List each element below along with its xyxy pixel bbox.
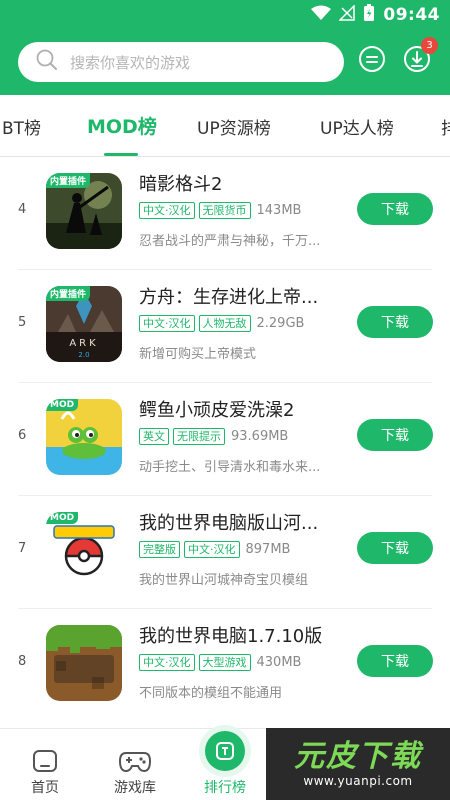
app-header: 09:44 搜索你喜欢的游戏 3 bbox=[0, 0, 450, 95]
rank-number: 6 bbox=[18, 428, 27, 443]
signal-icon bbox=[338, 4, 356, 25]
download-button[interactable]: 下载 bbox=[357, 419, 433, 451]
nav-ranking[interactable]: 排行榜 bbox=[190, 725, 260, 797]
search-icon bbox=[36, 49, 58, 75]
ranking-tabs: BT榜 MOD榜 UP资源榜 UP达人榜 排 bbox=[0, 95, 450, 157]
search-input[interactable]: 搜索你喜欢的游戏 bbox=[18, 42, 344, 82]
tag-chip: 中文·汉化 bbox=[139, 315, 195, 332]
app-icon-wheres-my-water: MOD bbox=[46, 399, 122, 475]
corner-tag: MOD bbox=[46, 399, 79, 411]
nav-label: 游戏库 bbox=[114, 780, 156, 796]
rank-number: 4 bbox=[18, 202, 27, 217]
app-name: 方舟：生存进化上帝... bbox=[139, 287, 319, 308]
battery-icon bbox=[363, 4, 375, 26]
watermark-title: 元皮下载 bbox=[294, 739, 422, 774]
svg-text:ARK: ARK bbox=[69, 338, 98, 349]
ranking-bubble bbox=[199, 725, 251, 777]
app-icon-pokemon-mod: MOD bbox=[46, 512, 122, 588]
ranking-icon bbox=[205, 731, 245, 771]
app-name: 鳄鱼小顽皮爱洗澡2 bbox=[139, 400, 295, 421]
list-item[interactable]: 4 内置插件 暗影格斗2 中文·汉化 无限货币 143MB 忍者战斗的严肃与神秘… bbox=[0, 157, 450, 270]
tag-chip: 英文 bbox=[139, 428, 169, 445]
rank-number: 5 bbox=[18, 315, 27, 330]
tag-chip: 无限提示 bbox=[173, 428, 225, 445]
tab-up-experts[interactable]: UP达人榜 bbox=[320, 114, 394, 139]
app-meta: 完整版 中文·汉化 897MB bbox=[139, 541, 290, 558]
tag-chip: 完整版 bbox=[139, 541, 180, 558]
app-meta: 英文 无限提示 93.69MB bbox=[139, 428, 288, 445]
tag-chip: 中文·汉化 bbox=[184, 541, 240, 558]
nav-game-library[interactable]: 游戏库 bbox=[100, 747, 170, 797]
rank-number: 8 bbox=[18, 654, 27, 669]
active-tab-indicator bbox=[104, 153, 138, 156]
app-meta: 中文·汉化 人物无敌 2.29GB bbox=[139, 315, 304, 332]
download-button[interactable]: 下载 bbox=[357, 645, 433, 677]
app-description: 动手挖土、引导清水和毒水来... bbox=[139, 460, 321, 475]
app-meta: 中文·汉化 无限货币 143MB bbox=[139, 202, 301, 219]
file-size: 430MB bbox=[256, 655, 302, 670]
svg-text:2.0: 2.0 bbox=[78, 351, 89, 359]
app-description: 忍者战斗的严肃与神秘，千万... bbox=[139, 234, 321, 249]
file-size: 143MB bbox=[256, 203, 302, 218]
download-button[interactable]: 下载 bbox=[357, 532, 433, 564]
home-icon bbox=[10, 747, 80, 775]
list-item[interactable]: 5 ARK 2.0 内置插件 方舟：生存进化上帝... 中文·汉化 人物无敌 2.… bbox=[0, 270, 450, 383]
app-icon-ark: ARK 2.0 内置插件 bbox=[46, 286, 122, 362]
corner-tag: 内置插件 bbox=[46, 286, 91, 301]
app-description: 新增可购买上帝模式 bbox=[139, 347, 257, 362]
download-button[interactable]: 下载 bbox=[357, 193, 433, 225]
download-button[interactable]: 下载 bbox=[357, 306, 433, 338]
watermark-url: www.yuanpi.com bbox=[303, 774, 413, 788]
tab-bt[interactable]: BT榜 bbox=[2, 114, 41, 139]
search-placeholder: 搜索你喜欢的游戏 bbox=[70, 53, 191, 72]
tag-chip: 大型游戏 bbox=[198, 654, 251, 671]
app-name: 暗影格斗2 bbox=[139, 174, 223, 195]
nav-label: 排行榜 bbox=[204, 780, 246, 796]
app-icon-shadow-fight: 内置插件 bbox=[46, 173, 122, 249]
app-meta: 中文·汉化 大型游戏 430MB bbox=[139, 654, 301, 671]
tag-chip: 中文·汉化 bbox=[139, 654, 195, 671]
watermark-logo: 元皮下载 www.yuanpi.com bbox=[266, 728, 450, 800]
tab-more[interactable]: 排 bbox=[441, 114, 450, 139]
corner-tag: 内置插件 bbox=[46, 173, 91, 188]
nav-label: 首页 bbox=[31, 780, 59, 796]
file-size: 897MB bbox=[245, 542, 291, 557]
tag-chip: 人物无敌 bbox=[198, 315, 251, 332]
app-icon-minecraft bbox=[46, 625, 122, 701]
list-item[interactable]: 7 MOD 我的世界电脑版山河... 完整版 中文·汉化 897MB 我的世界山… bbox=[0, 496, 450, 609]
download-badge: 3 bbox=[421, 37, 438, 54]
corner-tag: MOD bbox=[46, 512, 79, 524]
status-time: 09:44 bbox=[383, 5, 440, 25]
app-description: 不同版本的模组不能通用 bbox=[139, 686, 283, 701]
tab-mod[interactable]: MOD榜 bbox=[87, 112, 157, 139]
nav-home[interactable]: 首页 bbox=[10, 747, 80, 797]
gamepad-icon bbox=[100, 747, 170, 775]
file-size: 93.69MB bbox=[231, 429, 289, 444]
list-item[interactable]: 8 我的世界电脑1.7.10版 中文·汉化 大型游戏 430MB 不同版本的模组… bbox=[0, 609, 450, 722]
status-bar: 09:44 bbox=[311, 0, 440, 30]
download-manager-icon[interactable]: 3 bbox=[402, 37, 438, 74]
wifi-icon bbox=[311, 5, 332, 25]
list-item[interactable]: 6 MOD 鳄鱼小顽皮爱洗澡2 英文 无限提示 93.69MB 动手挖土、引导清… bbox=[0, 383, 450, 496]
app-name: 我的世界电脑版山河... bbox=[139, 513, 319, 534]
app-description: 我的世界山河城神奇宝贝模组 bbox=[139, 573, 309, 588]
message-icon[interactable] bbox=[357, 44, 387, 74]
rank-number: 7 bbox=[18, 541, 27, 556]
tag-chip: 无限货币 bbox=[198, 202, 251, 219]
tab-up-resources[interactable]: UP资源榜 bbox=[197, 114, 271, 139]
tag-chip: 中文·汉化 bbox=[139, 202, 195, 219]
app-name: 我的世界电脑1.7.10版 bbox=[139, 626, 323, 647]
file-size: 2.29GB bbox=[256, 316, 305, 331]
